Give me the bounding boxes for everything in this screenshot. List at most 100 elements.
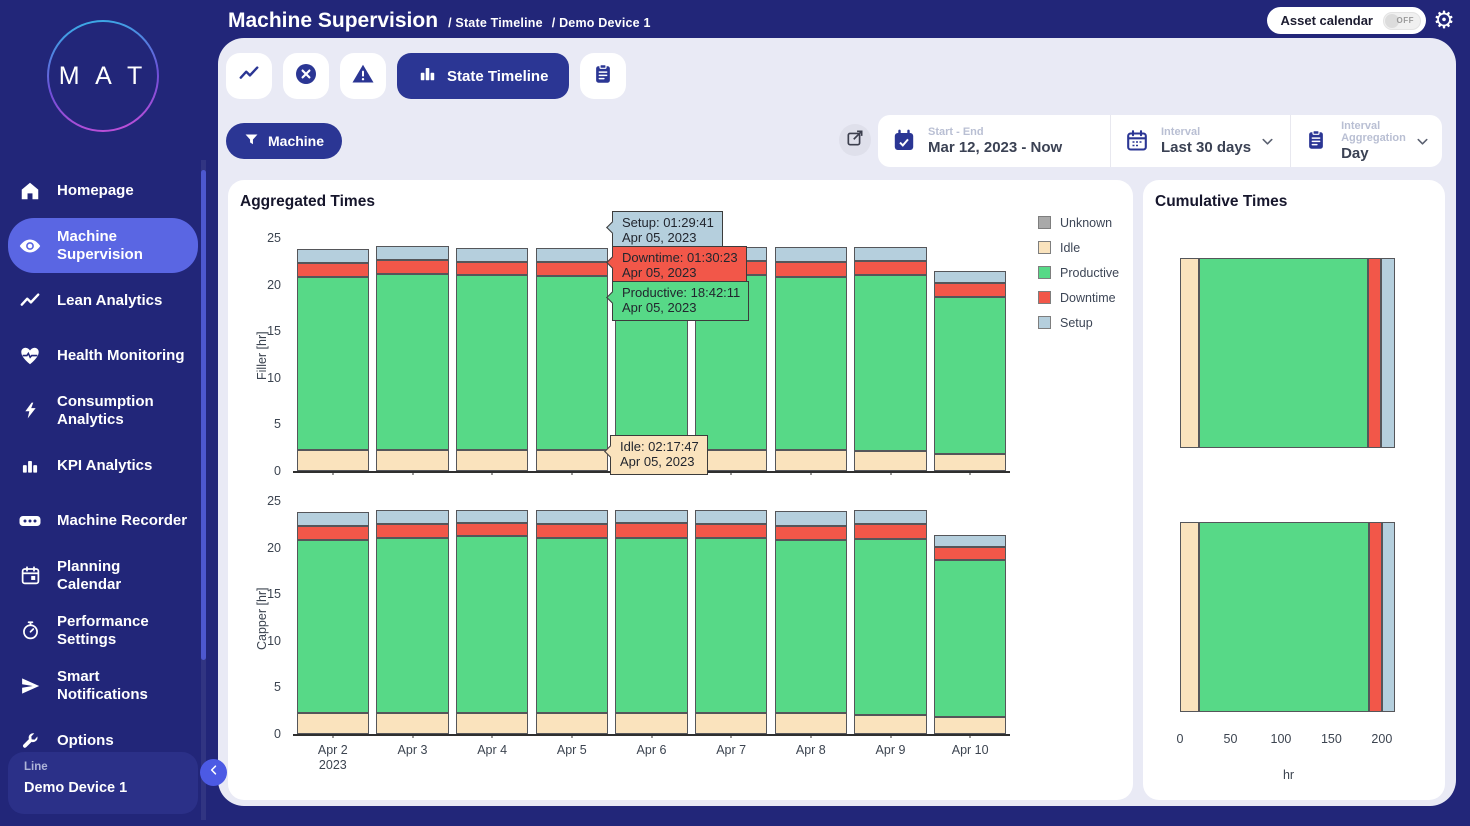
segment-setup xyxy=(695,510,768,524)
bar-capper-9[interactable] xyxy=(930,501,1010,734)
trend-view-button[interactable] xyxy=(226,53,272,99)
segment-productive xyxy=(775,277,848,450)
bar-filler-1[interactable] xyxy=(293,238,373,471)
segment-productive xyxy=(536,276,609,450)
segment-setup xyxy=(536,248,609,262)
report-view-button[interactable] xyxy=(580,53,626,99)
sidebar-item-lean-analytics[interactable]: Lean Analytics xyxy=(0,273,206,328)
segment-downtime xyxy=(934,283,1007,297)
segment-setup xyxy=(1382,522,1395,712)
segment-productive xyxy=(297,540,370,713)
sidebar-item-kpi-analytics[interactable]: KPI Analytics xyxy=(0,438,206,493)
tooltip-setup: Setup: 01:29:41 Apr 05, 2023 xyxy=(612,211,723,251)
y-tick-label: 25 xyxy=(267,231,281,245)
bar-capper-2[interactable] xyxy=(373,501,453,734)
sidebar-item-performance-settings[interactable]: Performance Settings xyxy=(0,603,206,658)
bar-capper-7[interactable] xyxy=(771,501,851,734)
start-end-label: Start - End xyxy=(928,126,1062,138)
calendar-icon xyxy=(1125,129,1149,153)
segment-setup xyxy=(854,510,927,524)
segment-idle xyxy=(297,713,370,734)
legend-swatch xyxy=(1038,291,1051,304)
cumulative-bar-filler[interactable] xyxy=(1180,258,1395,448)
calendar-check-icon xyxy=(892,129,916,153)
start-end-control[interactable]: Start - End Mar 12, 2023 - Now xyxy=(878,115,1110,167)
sidebar-item-machine-recorder[interactable]: Machine Recorder xyxy=(0,493,206,548)
x-tick-label: Apr 2 2023 xyxy=(318,743,348,773)
breadcrumb-items: / State Timeline / Demo Device 1 xyxy=(448,16,660,30)
machine-filter-button[interactable]: Machine xyxy=(226,123,342,159)
bar-filler-3[interactable] xyxy=(452,238,532,471)
bar-capper-1[interactable] xyxy=(293,501,373,734)
sidebar-nav: HomepageMachine SupervisionLean Analytic… xyxy=(0,163,206,768)
legend-item-setup: Setup xyxy=(1038,316,1119,329)
bar-filler-8[interactable] xyxy=(851,238,931,471)
bar-filler-9[interactable] xyxy=(930,238,1010,471)
segment-downtime xyxy=(934,547,1007,560)
asset-calendar-toggle[interactable]: Asset calendar OFF xyxy=(1267,7,1427,34)
device-type-label: Line xyxy=(24,761,182,773)
interval-aggregation-control[interactable]: Interval Aggregation Day xyxy=(1290,115,1445,167)
segment-setup xyxy=(456,510,529,523)
bar-filler-7[interactable] xyxy=(771,238,851,471)
segment-setup xyxy=(934,535,1007,547)
chevron-down-icon[interactable] xyxy=(1406,133,1431,150)
breadcrumb-item[interactable]: / State Timeline xyxy=(448,16,543,30)
y-tick-label: 5 xyxy=(274,680,281,694)
toggle-switch[interactable]: OFF xyxy=(1383,12,1421,30)
bar-capper-4[interactable] xyxy=(532,501,612,734)
segment-downtime xyxy=(1368,258,1381,448)
warnings-view-button[interactable] xyxy=(340,53,386,99)
sidebar-item-health-monitoring[interactable]: Health Monitoring xyxy=(0,328,206,383)
sidebar-item-machine-supervision[interactable]: Machine Supervision xyxy=(8,218,198,273)
segment-downtime xyxy=(854,524,927,539)
y-tick-label: 10 xyxy=(267,634,281,648)
export-button[interactable] xyxy=(839,124,871,156)
breadcrumb-item[interactable]: / Demo Device 1 xyxy=(552,16,651,30)
eye-icon xyxy=(18,234,42,258)
sidebar-item-planning-calendar[interactable]: Planning Calendar xyxy=(0,548,206,603)
sidebar-collapse-button[interactable] xyxy=(200,759,227,786)
segment-idle xyxy=(615,713,688,734)
bar-filler-4[interactable] xyxy=(532,238,612,471)
sidebar-item-label: Performance Settings xyxy=(57,613,149,649)
bar-capper-6[interactable] xyxy=(691,501,771,734)
sidebar-scrollbar-thumb[interactable] xyxy=(201,170,206,660)
segment-productive xyxy=(376,274,449,450)
aggregated-times-title: Aggregated Times xyxy=(240,193,375,211)
legend: UnknownIdleProductiveDowntimeSetup xyxy=(1038,216,1119,329)
segment-setup xyxy=(615,510,688,523)
segment-downtime xyxy=(854,261,927,275)
page-title: Machine Supervision xyxy=(228,9,438,33)
segment-setup xyxy=(297,512,370,526)
brand-logo-text: M A T xyxy=(49,22,157,130)
chevron-down-icon[interactable] xyxy=(1251,133,1276,150)
cumulative-chart xyxy=(1180,258,1397,792)
segment-productive xyxy=(376,538,449,713)
segment-setup xyxy=(376,510,449,524)
interval-control[interactable]: Interval Last 30 days xyxy=(1110,115,1290,167)
segment-downtime xyxy=(695,524,768,538)
segment-idle xyxy=(297,450,370,471)
bar-capper-3[interactable] xyxy=(452,501,532,734)
x-tick-label: Apr 9 xyxy=(876,743,906,758)
y-tick-label: 25 xyxy=(267,494,281,508)
bar-capper-8[interactable] xyxy=(851,501,931,734)
selected-device-card[interactable]: Line Demo Device 1 xyxy=(8,752,198,814)
sidebar-item-label: Health Monitoring xyxy=(57,347,185,365)
legend-swatch xyxy=(1038,216,1051,229)
segment-idle xyxy=(1180,258,1199,448)
bar-capper-5[interactable] xyxy=(612,501,692,734)
state-timeline-button[interactable]: State Timeline xyxy=(397,53,569,99)
legend-item-productive: Productive xyxy=(1038,266,1119,279)
sidebar-item-smart-notifications[interactable]: Smart Notifications xyxy=(0,658,206,713)
segment-idle xyxy=(934,454,1007,471)
segment-downtime xyxy=(536,262,609,276)
segment-setup xyxy=(376,246,449,260)
cumulative-bar-capper[interactable] xyxy=(1180,522,1395,712)
errors-view-button[interactable] xyxy=(283,53,329,99)
sidebar-item-homepage[interactable]: Homepage xyxy=(0,163,206,218)
bar-filler-2[interactable] xyxy=(373,238,453,471)
settings-gear-icon[interactable]: ⚙ xyxy=(1431,6,1457,34)
sidebar-item-consumption-analytics[interactable]: Consumption Analytics xyxy=(0,383,206,438)
